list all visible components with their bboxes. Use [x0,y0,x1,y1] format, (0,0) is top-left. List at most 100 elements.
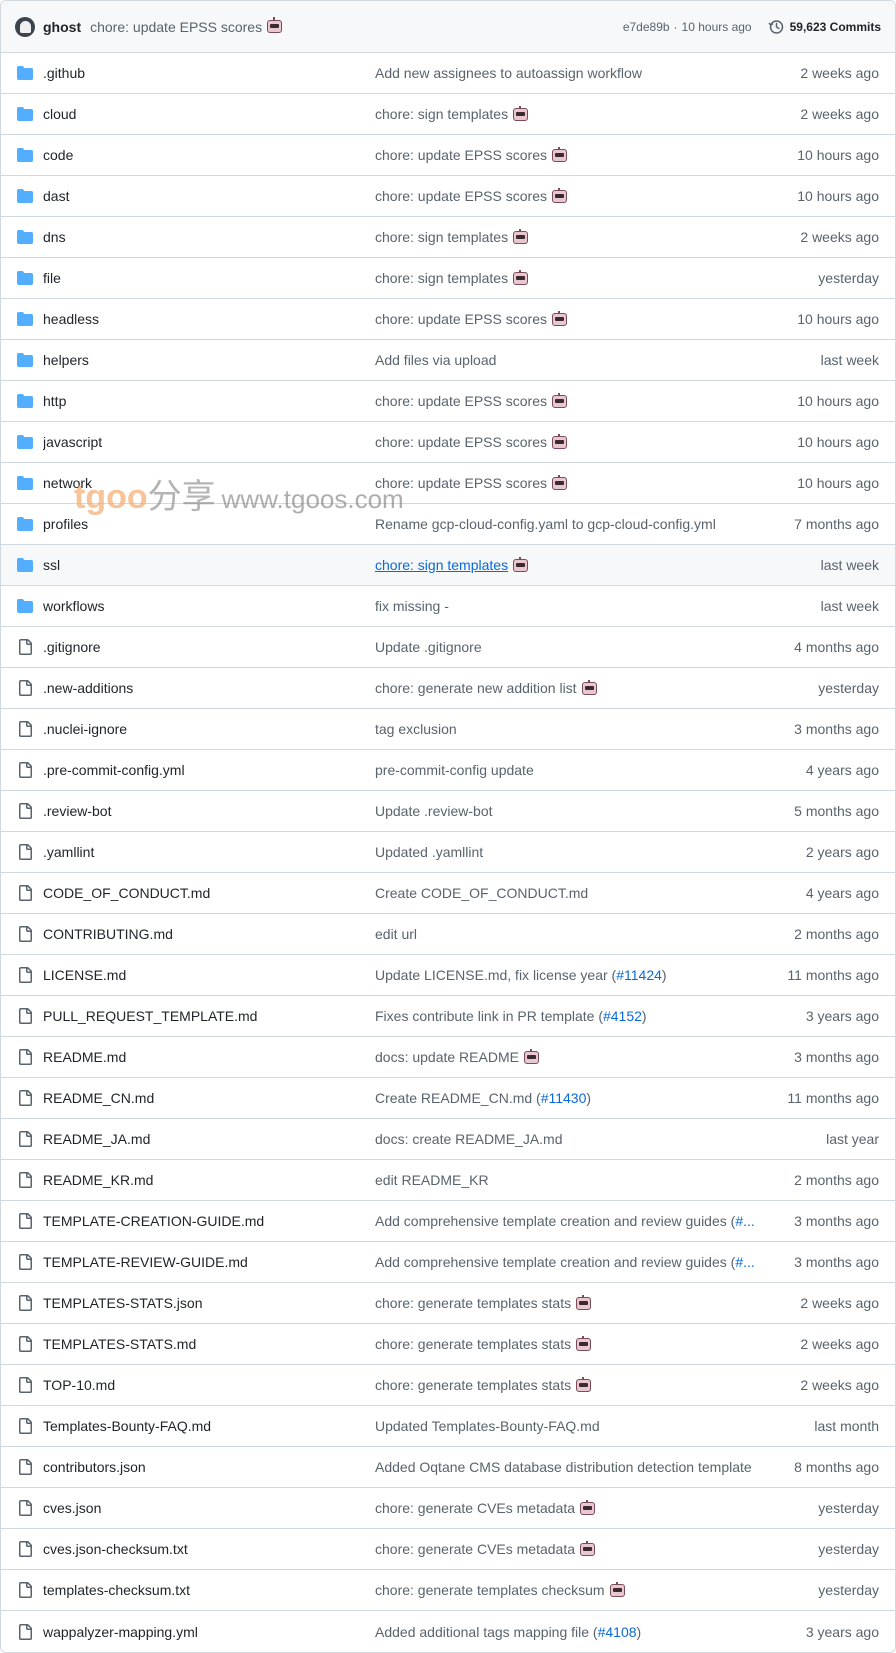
file-row[interactable]: cves.json-checksum.txt chore: generate CV… [1,1529,895,1570]
item-name-link[interactable]: network [43,475,375,491]
commit-message-link[interactable]: Added Oqtane CMS database distribution d… [375,1459,775,1475]
file-row[interactable]: .yamllint Updated .yamllint 2 years ago [1,832,895,873]
item-name-link[interactable]: PULL_REQUEST_TEMPLATE.md [43,1008,375,1024]
commit-message-link[interactable]: Add comprehensive template creation and … [375,1213,775,1229]
file-row[interactable]: cves.json chore: generate CVEs metadata ye… [1,1488,895,1529]
pr-link[interactable]: #... [735,1254,754,1270]
folder-row[interactable]: cloud chore: sign templates 2 weeks ago [1,94,895,135]
item-name-link[interactable]: TEMPLATES-STATS.md [43,1336,375,1352]
folder-row[interactable]: javascript chore: update EPSS scores 10 ho… [1,422,895,463]
file-row[interactable]: .gitignore Update .gitignore 4 months ago [1,627,895,668]
item-name-link[interactable]: ssl [43,557,375,573]
commit-message-link[interactable]: Update .review-bot [375,803,775,819]
file-row[interactable]: .review-bot Update .review-bot 5 months ag… [1,791,895,832]
file-row[interactable]: TEMPLATE-CREATION-GUIDE.md Add comprehens… [1,1201,895,1242]
item-name-link[interactable]: .yamllint [43,844,375,860]
file-row[interactable]: TOP-10.md chore: generate templates stats… [1,1365,895,1406]
item-name-link[interactable]: .gitignore [43,639,375,655]
item-name-link[interactable]: code [43,147,375,163]
item-name-link[interactable]: README_KR.md [43,1172,375,1188]
folder-row[interactable]: helpers Add files via upload last week [1,340,895,381]
commit-message-link[interactable]: chore: sign templates [375,270,775,286]
file-row[interactable]: README_JA.md docs: create README_JA.md las… [1,1119,895,1160]
commit-message-link[interactable]: chore: update EPSS scores [375,393,775,409]
folder-row[interactable]: file chore: sign templates yesterday [1,258,895,299]
file-row[interactable]: .new-additions chore: generate new additi… [1,668,895,709]
item-name-link[interactable]: javascript [43,434,375,450]
commit-message-link[interactable]: tag exclusion [375,721,775,737]
commit-message-link[interactable]: Add files via upload [375,352,775,368]
commit-message-link[interactable]: Update .gitignore [375,639,775,655]
commit-message-link[interactable]: chore: update EPSS scores [375,434,775,450]
file-row[interactable]: templates-checksum.txt chore: generate te… [1,1570,895,1611]
commit-message-link[interactable]: chore: update EPSS scores [375,475,775,491]
folder-row[interactable]: dns chore: sign templates 2 weeks ago [1,217,895,258]
commit-message-link[interactable]: pre-commit-config update [375,762,775,778]
commit-sha[interactable]: e7de89b [623,20,670,34]
commit-message-link[interactable]: Fixes contribute link in PR template (#4… [375,1008,775,1024]
commit-message-link[interactable]: Updated Templates-Bounty-FAQ.md [375,1418,775,1434]
item-name-link[interactable]: TEMPLATE-REVIEW-GUIDE.md [43,1254,375,1270]
item-name-link[interactable]: TEMPLATES-STATS.json [43,1295,375,1311]
item-name-link[interactable]: dast [43,188,375,204]
folder-row[interactable]: workflows fix missing - last week [1,586,895,627]
file-row[interactable]: LICENSE.md Update LICENSE.md, fix license… [1,955,895,996]
commit-message-link[interactable]: fix missing - [375,598,775,614]
file-row[interactable]: PULL_REQUEST_TEMPLATE.md Fixes contribute… [1,996,895,1037]
pr-link[interactable]: #4108 [598,1624,637,1640]
folder-row[interactable]: headless chore: update EPSS scores 10 hour… [1,299,895,340]
pr-link[interactable]: #4152 [603,1008,642,1024]
file-row[interactable]: README_KR.md edit README_KR 2 months ago [1,1160,895,1201]
file-row[interactable]: contributors.json Added Oqtane CMS databa… [1,1447,895,1488]
commit-message-link[interactable]: chore: sign templates [375,229,775,245]
commit-message-link[interactable]: chore: sign templates [375,106,775,122]
item-name-link[interactable]: file [43,270,375,286]
item-name-link[interactable]: Templates-Bounty-FAQ.md [43,1418,375,1434]
item-name-link[interactable]: .pre-commit-config.yml [43,762,375,778]
item-name-link[interactable]: .review-bot [43,803,375,819]
commit-message-link[interactable]: chore: generate CVEs metadata [375,1500,775,1516]
item-name-link[interactable]: CONTRIBUTING.md [43,926,375,942]
commit-message-link[interactable]: chore: generate templates stats [375,1295,775,1311]
folder-row[interactable]: profiles Rename gcp-cloud-config.yaml to … [1,504,895,545]
commit-message-link[interactable]: chore: update EPSS scores [375,311,775,327]
item-name-link[interactable]: README_CN.md [43,1090,375,1106]
folder-row[interactable]: dast chore: update EPSS scores 10 hours ag… [1,176,895,217]
commit-message-link[interactable]: Create README_CN.md (#11430) [375,1090,775,1106]
file-row[interactable]: README_CN.md Create README_CN.md (#11430)… [1,1078,895,1119]
item-name-link[interactable]: dns [43,229,375,245]
item-name-link[interactable]: .github [43,65,375,81]
item-name-link[interactable]: cloud [43,106,375,122]
commit-message-link[interactable]: chore: generate CVEs metadata [375,1541,775,1557]
commit-author[interactable]: ghost [43,19,81,35]
commit-message-link[interactable]: chore: update EPSS scores [375,147,775,163]
file-row[interactable]: README.md docs: update README 3 months ago [1,1037,895,1078]
commit-message[interactable]: chore: update EPSS scores [90,19,262,35]
folder-row[interactable]: http chore: update EPSS scores 10 hours ag… [1,381,895,422]
commit-message-link[interactable]: docs: update README [375,1049,775,1065]
commits-button[interactable]: 59,623 Commits [768,19,881,35]
item-name-link[interactable]: TEMPLATE-CREATION-GUIDE.md [43,1213,375,1229]
item-name-link[interactable]: templates-checksum.txt [43,1582,375,1598]
item-name-link[interactable]: LICENSE.md [43,967,375,983]
commit-message-link[interactable]: edit README_KR [375,1172,775,1188]
item-name-link[interactable]: helpers [43,352,375,368]
item-name-link[interactable]: .new-additions [43,680,375,696]
commit-message-link[interactable]: edit url [375,926,775,942]
file-row[interactable]: TEMPLATE-REVIEW-GUIDE.md Add comprehensiv… [1,1242,895,1283]
file-row[interactable]: wappalyzer-mapping.yml Added additional t… [1,1611,895,1652]
item-name-link[interactable]: cves.json [43,1500,375,1516]
commit-message-link[interactable]: chore: generate templates stats [375,1377,775,1393]
item-name-link[interactable]: wappalyzer-mapping.yml [43,1624,375,1640]
folder-row[interactable]: .github Add new assignees to autoassign w… [1,53,895,94]
folder-row[interactable]: ssl chore: sign templates last week [1,545,895,586]
item-name-link[interactable]: README_JA.md [43,1131,375,1147]
item-name-link[interactable]: http [43,393,375,409]
commit-message-link[interactable]: Add new assignees to autoassign workflow [375,65,775,81]
item-name-link[interactable]: headless [43,311,375,327]
commit-message-link[interactable]: Create CODE_OF_CONDUCT.md [375,885,775,901]
commit-message-link[interactable]: Updated .yamllint [375,844,775,860]
file-row[interactable]: Templates-Bounty-FAQ.md Updated Templates… [1,1406,895,1447]
item-name-link[interactable]: README.md [43,1049,375,1065]
commit-message-link[interactable]: chore: sign templates [375,557,775,573]
